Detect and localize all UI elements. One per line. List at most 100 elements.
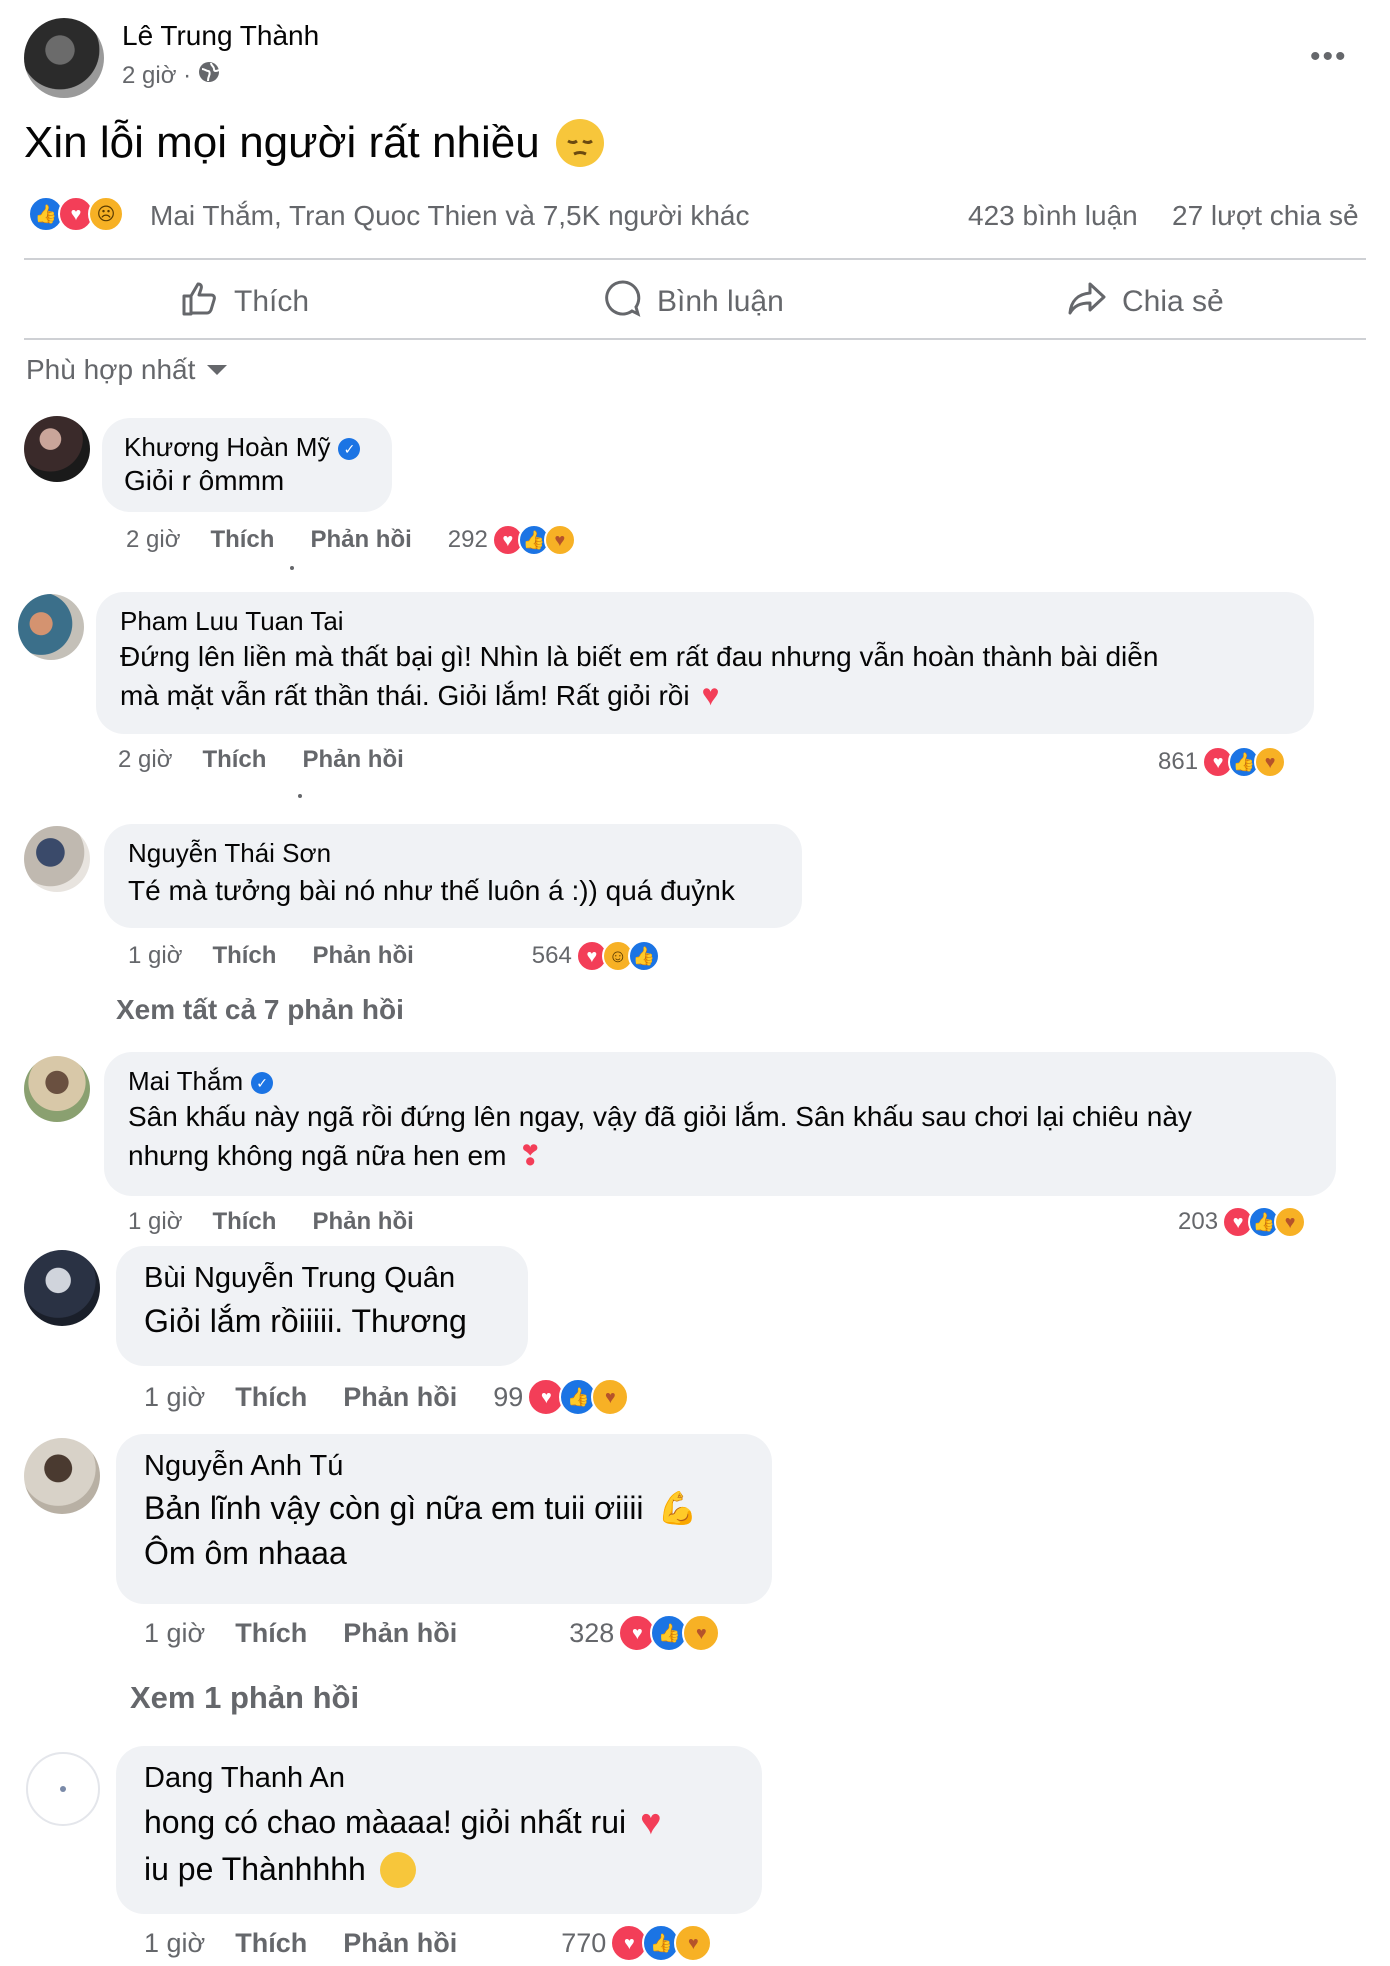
comment-reply-button[interactable]: Phản hồi: [312, 1208, 413, 1236]
comment-reactions[interactable]: 328 ♥ 👍 ♥: [569, 1614, 721, 1652]
divider-bottom: [24, 338, 1366, 340]
comment-time[interactable]: 1 giờ: [144, 1618, 205, 1649]
comment-reply-button[interactable]: Phản hồi: [343, 1382, 457, 1413]
comment-text: Giỏi lắm rồiiiii. Thương: [144, 1303, 467, 1339]
comment-meta: 1 giờ Thích Phản hồi: [128, 1208, 450, 1236]
comment-time[interactable]: 1 giờ: [144, 1382, 205, 1413]
comment-author[interactable]: Khương Hoàn Mỹ: [124, 432, 330, 463]
post-time[interactable]: 2 giờ ·: [122, 62, 191, 90]
divider-dot: [298, 794, 302, 798]
comment-bubble: Mai Thắm ✓ Sân khấu này ngã rồi đứng lên …: [104, 1052, 1336, 1196]
comment-author[interactable]: Nguyễn Anh Tú: [144, 1450, 343, 1483]
care-reaction-icon: ♥: [543, 524, 576, 556]
thumbs-up-icon: [180, 278, 220, 326]
comment-reactions[interactable]: 203 ♥ 👍 ♥: [1178, 1206, 1307, 1238]
comment-text-line1: hong có chao màaaa! giỏi nhất rui ♥: [144, 1801, 734, 1843]
care-reaction-icon: ♥: [1254, 746, 1287, 778]
comment-reactions[interactable]: 292 ♥ 👍 ♥: [448, 524, 576, 556]
comment-text-line2: iu pe Thànhhhh: [144, 1851, 734, 1888]
comment-like-button[interactable]: Thích: [202, 746, 266, 774]
comment-text-line1: Sân khấu này ngã rồi đứng lên ngay, vậy …: [128, 1101, 1192, 1132]
comment-reactions[interactable]: 861 ♥ 👍 ♥: [1158, 746, 1287, 778]
avatar[interactable]: [24, 1250, 100, 1326]
comment-like-button[interactable]: Thích: [235, 1382, 307, 1413]
post-text-content: Xin lỗi mọi người rất nhiều: [24, 118, 540, 167]
comment-text-line2-content: nhưng không ngã nữa hen em: [128, 1139, 507, 1171]
comment-text-line1: Đứng lên liền mà thất bại gì! Nhìn là bi…: [120, 641, 1159, 672]
comment-like-button[interactable]: Thích: [235, 1618, 307, 1649]
comment-meta: 1 giờ Thích Phản hồi 564 ♥ ☺ 👍: [128, 940, 660, 972]
comment-meta: 1 giờ Thích Phản hồi 770 ♥ 👍 ♥: [144, 1924, 713, 1962]
comment-bubble: Bùi Nguyễn Trung Quân Giỏi lắm rồiiiii. …: [116, 1246, 528, 1366]
view-replies-link[interactable]: Xem tất cả 7 phản hồi: [116, 994, 404, 1026]
comment-text-line2-content: iu pe Thànhhhh: [144, 1851, 366, 1887]
verified-badge-icon: ✓: [251, 1072, 274, 1094]
share-arrow-icon: [1066, 278, 1108, 326]
comment-reply-button[interactable]: Phản hồi: [343, 1618, 457, 1649]
comment-reply-button[interactable]: Phản hồi: [312, 942, 413, 970]
comment-reply-button[interactable]: Phản hồi: [302, 746, 403, 774]
reactions-summary[interactable]: Mai Thắm, Tran Quoc Thien và 7,5K người …: [150, 200, 749, 232]
comment-meta: 2 giờ Thích Phản hồi 292 ♥ 👍 ♥: [126, 524, 576, 556]
red-heart-icon: ♥: [640, 1801, 662, 1842]
two-hearts-icon: ❣: [518, 1140, 542, 1171]
comment-meta: 1 giờ Thích Phản hồi 328 ♥ 👍 ♥: [144, 1614, 721, 1652]
comment-time[interactable]: 1 giờ: [128, 942, 182, 970]
comment-like-button[interactable]: Thích: [235, 1928, 307, 1959]
comment-reactions[interactable]: 770 ♥ 👍 ♥: [561, 1924, 713, 1962]
comment-author[interactable]: Nguyễn Thái Sơn: [128, 838, 331, 869]
comment-text-line1-content: Bản lĩnh vậy còn gì nữa em tuii ơiiii: [144, 1489, 644, 1526]
comment-author[interactable]: Bùi Nguyễn Trung Quân: [144, 1262, 455, 1295]
avatar[interactable]: [18, 594, 84, 660]
pensive-face-icon: [555, 119, 604, 167]
sort-dropdown[interactable]: Phù hợp nhất: [26, 354, 228, 386]
comment-time[interactable]: 1 giờ: [128, 1208, 182, 1236]
care-reaction-icon: ♥: [591, 1378, 630, 1416]
comment-author[interactable]: Pham Luu Tuan Tai: [120, 606, 344, 637]
comment-like-button[interactable]: Thích: [210, 526, 274, 554]
post-author-name[interactable]: Lê Trung Thành: [122, 20, 319, 52]
reaction-count: 770: [561, 1927, 607, 1958]
comment-reactions[interactable]: 564 ♥ ☺ 👍: [532, 940, 660, 972]
red-heart-icon: ♥: [701, 679, 720, 712]
comment-time[interactable]: 2 giờ: [118, 746, 172, 774]
verified-badge-icon: ✓: [338, 438, 361, 460]
avatar[interactable]: [24, 1438, 100, 1514]
comments-count[interactable]: 423 bình luận: [968, 200, 1138, 232]
comment-time[interactable]: 2 giờ: [126, 526, 180, 554]
comment-reply-button[interactable]: Phản hồi: [343, 1928, 457, 1959]
share-button[interactable]: Chia sẻ: [1066, 278, 1224, 326]
more-options-icon[interactable]: •••: [1310, 40, 1348, 74]
comment-like-button[interactable]: Thích: [212, 1208, 276, 1236]
comment-time[interactable]: 1 giờ: [144, 1928, 205, 1959]
pleading-face-icon: [379, 1851, 416, 1888]
avatar[interactable]: [24, 1056, 90, 1122]
caret-down-icon: [207, 365, 228, 375]
avatar[interactable]: [24, 416, 90, 482]
reaction-count: 564: [531, 942, 572, 969]
comment-meta: 2 giờ Thích Phản hồi: [118, 746, 440, 774]
comment-bubble: Nguyễn Thái Sơn Té mà tưởng bài nó như t…: [104, 824, 802, 928]
reaction-count: 328: [569, 1617, 615, 1648]
comment-text-line2: Ôm ôm nhaaa: [144, 1535, 347, 1571]
comment-reactions[interactable]: 99 ♥ 👍 ♥: [493, 1378, 630, 1416]
view-replies-link[interactable]: Xem 1 phản hồi: [130, 1680, 359, 1716]
comment-bubble: Khương Hoàn Mỹ ✓ Giỏi r ômmm: [102, 418, 392, 512]
comment-reply-button[interactable]: Phản hồi: [310, 526, 411, 554]
shares-count[interactable]: 27 lượt chia sẻ: [1172, 200, 1359, 232]
reaction-icons[interactable]: 👍 ♥ ☹: [28, 196, 124, 232]
comment-text-line2: mà mặt vẫn rất thần thái. Giỏi lắm! Rất …: [120, 679, 1290, 713]
comment-text-line1: Bản lĩnh vậy còn gì nữa em tuii ơiiii 💪: [144, 1489, 744, 1527]
avatar[interactable]: [26, 1752, 100, 1826]
comment-button[interactable]: Bình luận: [603, 278, 784, 326]
post-meta: 2 giờ ·: [122, 60, 221, 91]
comment-like-button[interactable]: Thích: [212, 942, 276, 970]
comment-author[interactable]: Mai Thắm: [128, 1066, 243, 1097]
sad-reaction-icon: ☹: [88, 196, 124, 232]
avatar[interactable]: [24, 826, 90, 892]
divider-top: [24, 258, 1366, 260]
comment-author[interactable]: Dang Thanh An: [144, 1762, 345, 1795]
like-button[interactable]: Thích: [180, 278, 309, 326]
post-author-avatar[interactable]: [24, 18, 104, 98]
comment-text: Té mà tưởng bài nó như thế luôn á :)) qu…: [128, 875, 735, 906]
